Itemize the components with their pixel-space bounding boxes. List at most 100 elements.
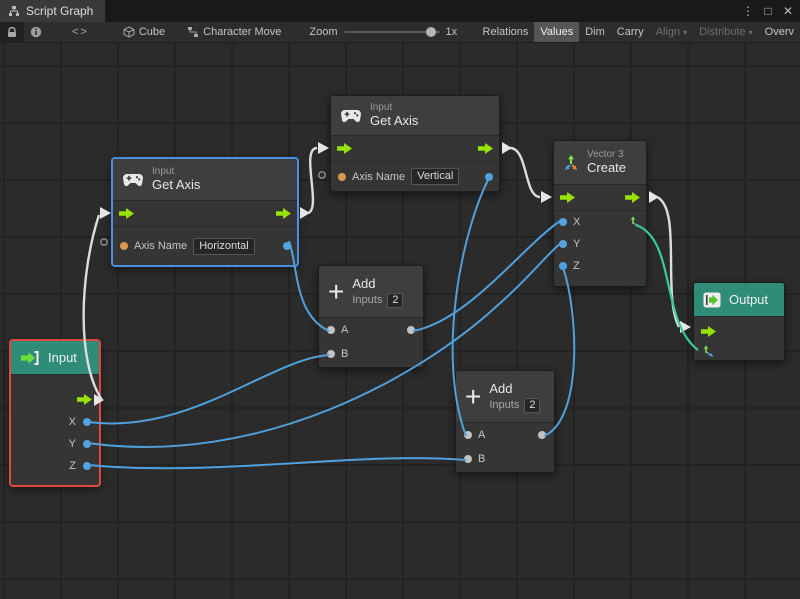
lock-icon bbox=[7, 27, 17, 38]
tab-title: Script Graph bbox=[26, 4, 93, 18]
flow-in-port-icon[interactable] bbox=[337, 143, 352, 154]
axis-name-field[interactable]: Vertical bbox=[411, 168, 459, 185]
flow-in-port-icon[interactable] bbox=[560, 192, 575, 203]
dim-button[interactable]: Dim bbox=[579, 22, 611, 42]
output-event-icon bbox=[703, 292, 721, 308]
lock-button[interactable] bbox=[0, 22, 24, 42]
input-a-port[interactable] bbox=[464, 431, 472, 439]
node-header[interactable]: Output bbox=[694, 283, 784, 317]
axis-name-row: Axis Name Horizontal bbox=[113, 227, 297, 265]
port-row-y: Y bbox=[11, 433, 99, 455]
x-in-port[interactable] bbox=[559, 218, 567, 226]
port-row-a: A bbox=[319, 318, 423, 342]
overview-button[interactable]: Overv bbox=[759, 22, 800, 42]
input-a-port[interactable] bbox=[327, 326, 335, 334]
y-in-port[interactable] bbox=[559, 240, 567, 248]
node-header[interactable]: Input bbox=[11, 341, 99, 375]
node-header[interactable]: Input Get Axis bbox=[113, 159, 297, 201]
zoom-control: Zoom 1x bbox=[301, 26, 465, 38]
string-port[interactable] bbox=[120, 242, 128, 250]
z-out-port[interactable] bbox=[83, 462, 91, 470]
data-wire-input-x-to-add1-b[interactable] bbox=[88, 355, 329, 423]
graph-toolbar: <> Cube Character Move Zoom 1x Relations… bbox=[0, 22, 800, 43]
flow-wire-getaxis-v-to-vector3[interactable] bbox=[510, 148, 540, 197]
flow-in-port-icon[interactable] bbox=[701, 326, 716, 337]
y-out-port[interactable] bbox=[83, 440, 91, 448]
edit-graph-button[interactable]: <> bbox=[66, 22, 95, 42]
port-row-y: Y bbox=[554, 233, 646, 255]
data-wire-add1-to-vector3-x[interactable] bbox=[413, 221, 560, 331]
kebab-menu-icon[interactable]: ⋮ bbox=[740, 4, 756, 18]
x-out-port[interactable] bbox=[83, 418, 91, 426]
port-row-x: X bbox=[11, 411, 99, 433]
input-b-port[interactable] bbox=[327, 350, 335, 358]
node-header[interactable]: Input Get Axis bbox=[331, 96, 499, 136]
node-add-top[interactable]: + Add Inputs 2 A B bbox=[318, 265, 424, 368]
breadcrumb-object-label: Cube bbox=[139, 26, 165, 38]
maximize-icon[interactable]: □ bbox=[760, 4, 776, 18]
unconnected-port-ring[interactable] bbox=[319, 172, 325, 178]
relations-button[interactable]: Relations bbox=[477, 22, 535, 42]
float-out-port[interactable] bbox=[485, 173, 493, 181]
info-button[interactable] bbox=[24, 22, 48, 42]
inputs-label: Inputs bbox=[489, 399, 519, 411]
node-title: Output bbox=[729, 292, 768, 307]
add-icon: + bbox=[465, 384, 481, 410]
breadcrumb-graph[interactable]: Character Move bbox=[181, 22, 287, 42]
node-vector3-create[interactable]: Vector 3 Create X Y bbox=[553, 140, 647, 287]
data-wire-input-z-to-add2-b[interactable] bbox=[88, 458, 466, 468]
y-label: Y bbox=[69, 438, 76, 450]
vector3-in-port-icon[interactable] bbox=[702, 345, 714, 357]
flow-port-row bbox=[11, 387, 99, 411]
zoom-slider-handle[interactable] bbox=[426, 27, 436, 37]
breadcrumb-object[interactable]: Cube bbox=[117, 22, 171, 42]
flow-out-port-icon[interactable] bbox=[625, 192, 640, 203]
node-header[interactable]: Vector 3 Create bbox=[554, 141, 646, 185]
relations-label: Relations bbox=[483, 26, 529, 38]
code-icon: <> bbox=[72, 26, 89, 38]
node-title: Add bbox=[352, 276, 403, 291]
cube-icon bbox=[123, 26, 135, 38]
z-in-port[interactable] bbox=[559, 262, 567, 270]
flow-out-port-icon[interactable] bbox=[478, 143, 493, 154]
carry-button[interactable]: Carry bbox=[611, 22, 650, 42]
flow-in-arrow bbox=[541, 191, 552, 203]
inputs-count-field[interactable]: 2 bbox=[524, 398, 540, 413]
tab-script-graph[interactable]: Script Graph bbox=[0, 0, 105, 22]
inputs-count-field[interactable]: 2 bbox=[387, 293, 403, 308]
flow-in-port-icon[interactable] bbox=[119, 208, 134, 219]
flow-out-port-icon[interactable] bbox=[77, 394, 92, 405]
vector3-out-port-icon[interactable] bbox=[629, 216, 641, 228]
string-port[interactable] bbox=[338, 173, 346, 181]
dim-label: Dim bbox=[585, 26, 605, 38]
node-title: Get Axis bbox=[370, 114, 418, 129]
distribute-dropdown[interactable]: Distribute▾ bbox=[693, 22, 758, 42]
port-row-x: X bbox=[554, 211, 646, 233]
close-icon[interactable]: ✕ bbox=[780, 4, 796, 18]
axis-name-row: Axis Name Vertical bbox=[331, 162, 499, 191]
node-add-bottom[interactable]: + Add Inputs 2 A B bbox=[455, 370, 555, 473]
flow-wire-vector3-to-output[interactable] bbox=[657, 197, 679, 327]
flow-wire-getaxis-h-to-getaxis-v[interactable] bbox=[308, 148, 317, 213]
align-dropdown[interactable]: Align▾ bbox=[650, 22, 693, 42]
node-input-event[interactable]: Input X Y Z bbox=[10, 340, 100, 486]
input-b-port[interactable] bbox=[464, 455, 472, 463]
node-output-event[interactable]: Output bbox=[693, 282, 785, 361]
node-header[interactable]: + Add Inputs 2 bbox=[456, 371, 554, 423]
axis-name-field[interactable]: Horizontal bbox=[193, 238, 255, 255]
graph-canvas[interactable]: Input Get Axis Axis Name Vertical bbox=[0, 43, 800, 599]
sum-out-port[interactable] bbox=[407, 326, 415, 334]
flow-out-port-icon[interactable] bbox=[276, 208, 291, 219]
zoom-slider[interactable] bbox=[344, 31, 440, 33]
port-a-label: A bbox=[478, 429, 485, 441]
node-header[interactable]: + Add Inputs 2 bbox=[319, 266, 423, 318]
vector-port-row bbox=[694, 342, 784, 360]
script-graph-window: Script Graph ⋮ □ ✕ <> Cube Character Mov… bbox=[0, 0, 800, 599]
unconnected-port-ring[interactable] bbox=[101, 239, 107, 245]
node-get-axis-vertical[interactable]: Input Get Axis Axis Name Vertical bbox=[330, 95, 500, 192]
node-get-axis-horizontal[interactable]: Input Get Axis Axis Name Horizontal bbox=[112, 158, 298, 266]
float-out-port[interactable] bbox=[283, 242, 291, 250]
sum-out-port[interactable] bbox=[538, 431, 546, 439]
values-button[interactable]: Values bbox=[534, 22, 579, 42]
vector3-icon bbox=[563, 155, 579, 171]
